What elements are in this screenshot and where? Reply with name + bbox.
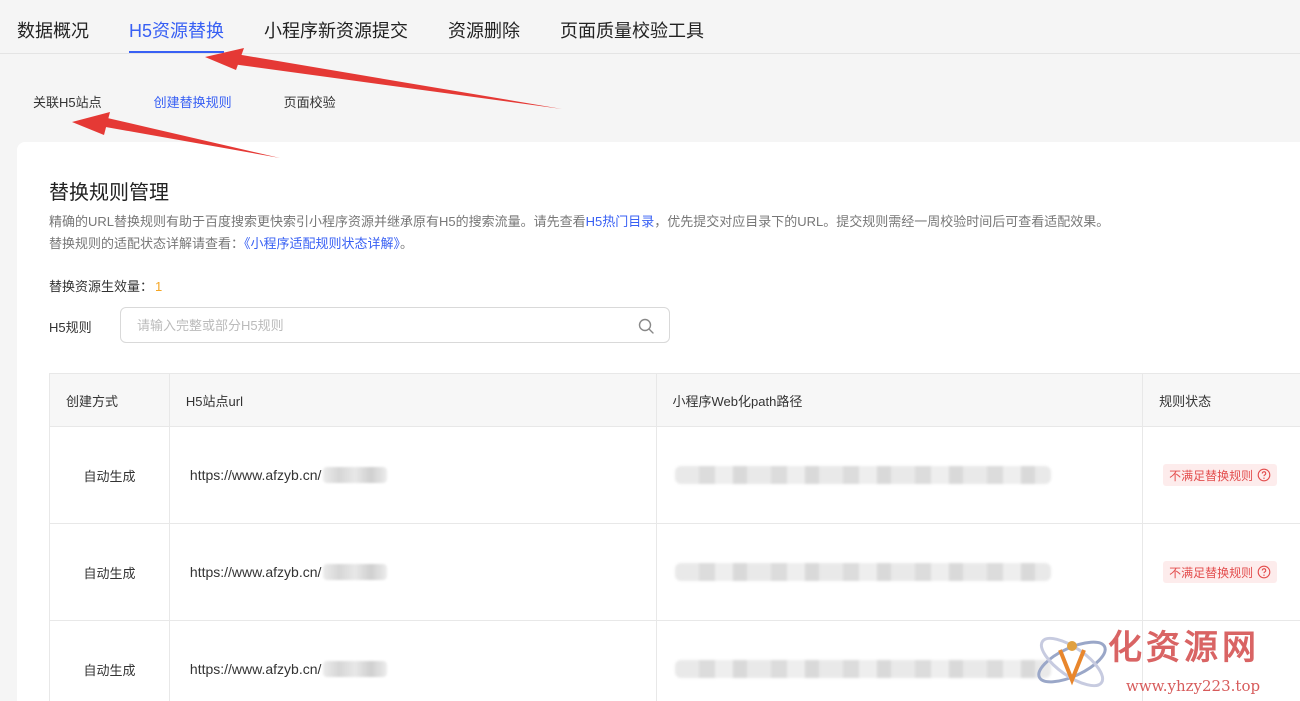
h5-rule-search-box <box>120 307 670 343</box>
sub-tab-bar: 关联H5站点 创建替换规则 页面校验 <box>33 92 388 111</box>
create-method-cell: 自动生成 <box>50 621 170 701</box>
effective-count-label: 替换资源生效量： <box>49 279 154 294</box>
card-title: 替换规则管理 <box>49 182 169 204</box>
description-text: 精确的URL替换规则有助于百度搜索更快索引小程序资源并继承原有H5的搜索流量。请… <box>49 214 586 229</box>
rule-status-cell: 不满足替换规则 <box>1143 427 1300 524</box>
subtab-link-h5-site[interactable]: 关联H5站点 <box>33 92 102 111</box>
rule-management-card: 替换规则管理 精确的URL替换规则有助于百度搜索更快索引小程序资源并继承原有H5… <box>17 142 1300 701</box>
h5-rule-filter-label: H5规则 <box>49 320 92 335</box>
create-method-cell: 自动生成 <box>50 427 170 524</box>
redacted-web-path <box>674 660 1051 678</box>
redacted-url-part <box>323 661 388 677</box>
effective-count-value: 1 <box>155 279 163 294</box>
column-header-web-path: 小程序Web化path路径 <box>656 374 1144 427</box>
status-text: 不满足替换规则 <box>1169 468 1254 483</box>
description-text: ，优先提交对应目录下的URL。提交规则需经一周校验时间后可查看适配效果。 <box>654 214 1110 229</box>
effective-count-row: 替换资源生效量： 1 <box>49 276 162 295</box>
rule-status-cell: 不满足替换规则 <box>1143 524 1300 621</box>
create-method-cell: 自动生成 <box>50 524 170 621</box>
h5-url-cell: https://www.afzyb.cn/ <box>169 524 657 621</box>
subtab-page-check[interactable]: 页面校验 <box>284 92 336 111</box>
h5-url-cell: https://www.afzyb.cn/ <box>169 427 657 524</box>
help-circle-icon[interactable] <box>1257 468 1271 482</box>
tab-h5-resource-replace[interactable]: H5资源替换 <box>129 0 225 53</box>
tab-resource-delete[interactable]: 资源删除 <box>448 0 520 53</box>
tab-page-quality-tool[interactable]: 页面质量校验工具 <box>560 0 704 53</box>
description-text: 。 <box>400 236 414 251</box>
description-text: 替换规则的适配状态详解请查看： <box>49 236 245 251</box>
watermark-text: 化资源网 <box>1108 628 1260 668</box>
table-row: 自动生成 https://www.afzyb.cn/ 不满足替换规则 <box>50 427 1300 524</box>
watermark: 化资源网 www.yhzy223.top <box>1030 620 1300 701</box>
help-circle-icon[interactable] <box>1257 565 1271 579</box>
redacted-url-part <box>323 467 388 483</box>
top-tab-bar: 数据概况 H5资源替换 小程序新资源提交 资源删除 页面质量校验工具 <box>0 0 1300 54</box>
description-line-2: 替换规则的适配状态详解请查看：《小程序适配规则状态详解》。 <box>49 233 1109 255</box>
column-header-h5-url: H5站点url <box>169 374 657 427</box>
redacted-url-part <box>323 564 388 580</box>
tab-data-overview[interactable]: 数据概况 <box>17 0 89 53</box>
web-path-cell <box>656 524 1144 621</box>
h5-rule-search-input[interactable] <box>121 308 621 342</box>
h5-url-text: https://www.afzyb.cn/ <box>189 661 322 677</box>
description-line-1: 精确的URL替换规则有助于百度搜索更快索引小程序资源并继承原有H5的搜索流量。请… <box>49 211 1109 233</box>
status-badge: 不满足替换规则 <box>1163 464 1278 486</box>
redacted-web-path <box>674 563 1051 581</box>
search-icon[interactable] <box>637 317 655 335</box>
table-row: 自动生成 https://www.afzyb.cn/ 不满足替换规则 <box>50 524 1300 621</box>
status-badge: 不满足替换规则 <box>1163 561 1278 583</box>
watermark-logo-icon <box>1037 636 1107 688</box>
table-header-row: 创建方式 H5站点url 小程序Web化path路径 规则状态 <box>50 374 1300 427</box>
h5-url-cell: https://www.afzyb.cn/ <box>170 621 657 701</box>
web-path-cell <box>656 427 1144 524</box>
h5-hot-directory-link[interactable]: H5热门目录 <box>586 214 655 229</box>
watermark-url: www.yhzy223.top <box>1126 677 1261 695</box>
description: 精确的URL替换规则有助于百度搜索更快索引小程序资源并继承原有H5的搜索流量。请… <box>49 211 1109 255</box>
h5-url-text: https://www.afzyb.cn/ <box>189 564 322 580</box>
redacted-web-path <box>674 466 1051 484</box>
subtab-create-replace-rule[interactable]: 创建替换规则 <box>154 92 232 111</box>
rule-status-detail-link[interactable]: 《小程序适配规则状态详解》 <box>244 236 400 251</box>
tab-miniprogram-new-resource-submit[interactable]: 小程序新资源提交 <box>264 0 408 53</box>
h5-url-text: https://www.afzyb.cn/ <box>189 467 322 483</box>
status-text: 不满足替换规则 <box>1169 565 1254 580</box>
column-header-create-method: 创建方式 <box>50 374 170 427</box>
column-header-rule-status: 规则状态 <box>1143 374 1300 427</box>
